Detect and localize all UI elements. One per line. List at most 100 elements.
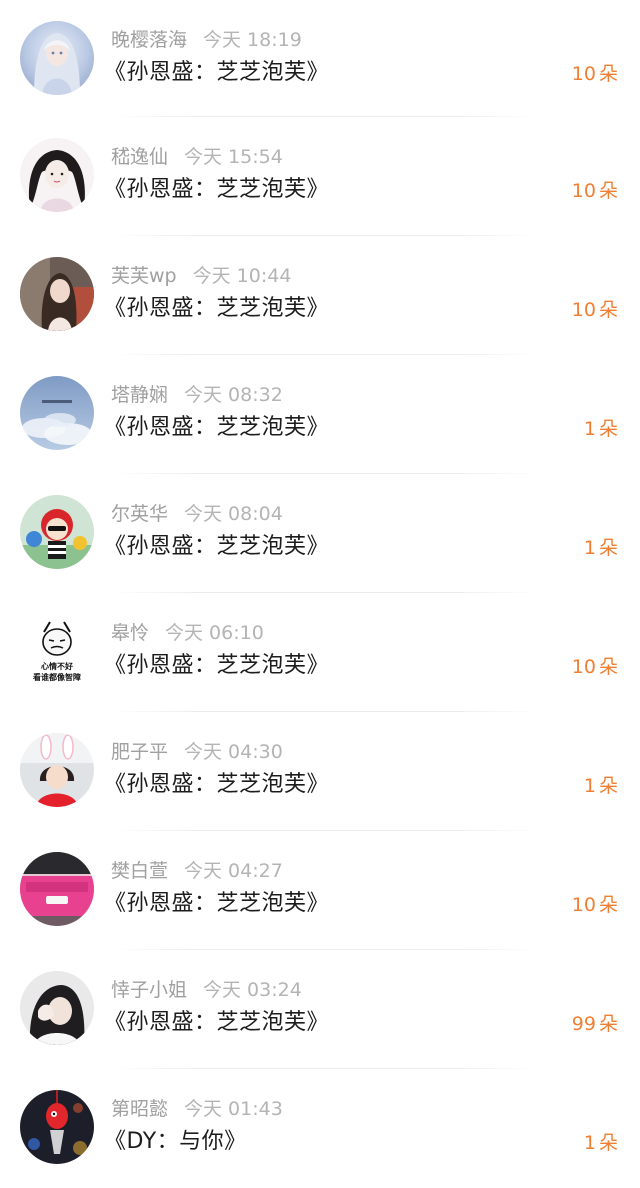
message-text: 《孙恩盛：芝芝泡芙》	[104, 772, 330, 797]
sky-clouds-avatar-image	[20, 376, 94, 450]
avatar[interactable]	[20, 376, 94, 450]
message-text: 《孙恩盛：芝芝泡芙》	[104, 1010, 330, 1035]
timestamp: 今天 18:19	[203, 29, 302, 51]
message-text: 《孙恩盛：芝芝泡芙》	[104, 415, 330, 440]
gift-count-number: 99	[571, 1013, 596, 1035]
gift-count-number: 1	[583, 1132, 596, 1154]
message-text: 《孙恩盛：芝芝泡芙》	[104, 60, 330, 85]
gift-count-unit: 朵	[598, 894, 618, 916]
username[interactable]: 塔静娴	[111, 384, 168, 406]
gift-count-number: 1	[583, 418, 596, 440]
gift-count: 10 朵	[572, 61, 618, 87]
timestamp: 今天 06:10	[165, 622, 264, 644]
gift-count: 10 朵	[572, 297, 618, 323]
anime-girl-avatar-image	[20, 21, 94, 95]
timestamp: 今天 03:24	[203, 979, 302, 1001]
list-item[interactable]: 嵇逸仙 今天 15:54 《孙恩盛：芝芝泡芙》 10 朵	[0, 117, 640, 236]
list-item[interactable]: 尔英华 今天 08:04 《孙恩盛：芝芝泡芙》 1朵	[0, 474, 640, 593]
list-item[interactable]: 心情不好 看谁都像智障 皋怜 今天 06:10 《孙恩盛：芝芝泡芙》 10 朵	[0, 593, 640, 712]
item-meta: 芙芙wp 今天 10:44	[111, 263, 291, 289]
meme-caption-line-2: 看谁都像智障	[32, 672, 81, 682]
username[interactable]: 肥子平	[111, 741, 168, 763]
avatar[interactable]	[20, 138, 94, 212]
timestamp: 今天 15:54	[184, 146, 283, 168]
gift-record-list: 晚樱落海 今天 18:19 《孙恩盛：芝芝泡芙》 10 朵 嵇逸仙 今天 15:54 …	[0, 0, 640, 1188]
gift-count: 1朵	[584, 1130, 618, 1156]
night-lantern-avatar-image	[20, 1090, 94, 1164]
list-item[interactable]: 第昭懿 今天 01:43 《DY：与你》 1朵	[0, 1069, 640, 1188]
item-meta: 皋怜 今天 06:10	[111, 620, 264, 646]
avatar[interactable]: 心情不好 看谁都像智障	[20, 614, 94, 688]
gift-count-unit: 朵	[598, 1132, 618, 1154]
list-item[interactable]: 芙芙wp 今天 10:44 《孙恩盛：芝芝泡芙》 10 朵	[0, 236, 640, 355]
meme-caption-line-1: 心情不好	[41, 661, 73, 671]
girl-hiding-face-avatar-image	[20, 971, 94, 1045]
username[interactable]: 嵇逸仙	[111, 146, 168, 168]
avatar[interactable]	[20, 852, 94, 926]
gift-count-unit: 朵	[598, 180, 618, 202]
gift-count-unit: 朵	[598, 1013, 618, 1035]
gift-count: 1朵	[584, 535, 618, 561]
message-text: 《孙恩盛：芝芝泡芙》	[104, 653, 330, 678]
username[interactable]: 皋怜	[111, 622, 149, 644]
gift-count-unit: 朵	[598, 299, 618, 321]
timestamp: 今天 08:04	[184, 503, 283, 525]
curly-hair-girl-avatar-image	[20, 138, 94, 212]
gift-count: 1朵	[584, 773, 618, 799]
timestamp: 今天 01:43	[184, 1098, 283, 1120]
child-bunny-ears-avatar-image	[20, 733, 94, 807]
list-item[interactable]: 塔静娴 今天 08:32 《孙恩盛：芝芝泡芙》 1朵	[0, 355, 640, 474]
username[interactable]: 樊白萱	[111, 860, 168, 882]
avatar[interactable]	[20, 21, 94, 95]
timestamp: 今天 10:44	[192, 265, 292, 287]
timestamp: 今天 04:27	[184, 860, 283, 882]
gift-count-number: 10	[571, 299, 596, 321]
avatar[interactable]	[20, 257, 94, 331]
list-item[interactable]: 樊白萱 今天 04:27 《孙恩盛：芝芝泡芙》 10 朵	[0, 831, 640, 950]
gift-count-unit: 朵	[598, 537, 618, 559]
username[interactable]: 晚樱落海	[111, 29, 187, 51]
gift-count: 10 朵	[572, 178, 618, 204]
username[interactable]: 尔英华	[111, 503, 168, 525]
item-meta: 嵇逸仙 今天 15:54	[111, 144, 283, 170]
item-meta: 尔英华 今天 08:04	[111, 501, 283, 527]
item-meta: 悻子小姐 今天 03:24	[111, 977, 302, 1003]
gift-count: 99 朵	[572, 1011, 618, 1037]
timestamp: 今天 04:30	[184, 741, 283, 763]
item-meta: 肥子平 今天 04:30	[111, 739, 283, 765]
avatar[interactable]	[20, 495, 94, 569]
username[interactable]: 芙芙wp	[111, 265, 177, 287]
list-item[interactable]: 悻子小姐 今天 03:24 《孙恩盛：芝芝泡芙》 99 朵	[0, 950, 640, 1069]
gift-count-number: 1	[583, 537, 596, 559]
gift-count: 10 朵	[572, 892, 618, 918]
avatar[interactable]	[20, 971, 94, 1045]
gift-count: 1朵	[584, 416, 618, 442]
gift-count-number: 10	[571, 63, 596, 85]
item-meta: 晚樱落海 今天 18:19	[111, 27, 302, 53]
pink-car-avatar-image	[20, 852, 94, 926]
username[interactable]: 第昭懿	[111, 1098, 168, 1120]
item-meta: 第昭懿 今天 01:43	[111, 1096, 283, 1122]
gift-count-number: 10	[571, 656, 596, 678]
avatar[interactable]	[20, 733, 94, 807]
message-text: 《孙恩盛：芝芝泡芙》	[104, 891, 330, 916]
list-item[interactable]: 肥子平 今天 04:30 《孙恩盛：芝芝泡芙》 1朵	[0, 712, 640, 831]
item-meta: 塔静娴 今天 08:32	[111, 382, 283, 408]
girl-photo-avatar-image	[20, 257, 94, 331]
toy-figure-avatar-image	[20, 495, 94, 569]
avatar[interactable]	[20, 1090, 94, 1164]
gift-count-unit: 朵	[598, 656, 618, 678]
gift-count: 10 朵	[572, 654, 618, 680]
list-item[interactable]: 晚樱落海 今天 18:19 《孙恩盛：芝芝泡芙》 10 朵	[0, 0, 640, 117]
item-meta: 樊白萱 今天 04:27	[111, 858, 283, 884]
gift-count-unit: 朵	[598, 775, 618, 797]
message-text: 《孙恩盛：芝芝泡芙》	[104, 534, 330, 559]
gift-count-unit: 朵	[598, 63, 618, 85]
gift-count-number: 1	[583, 775, 596, 797]
gift-count-number: 10	[571, 894, 596, 916]
message-text: 《孙恩盛：芝芝泡芙》	[104, 177, 330, 202]
username[interactable]: 悻子小姐	[111, 979, 187, 1001]
gift-count-unit: 朵	[598, 418, 618, 440]
meme-face-avatar-image: 心情不好 看谁都像智障	[20, 614, 94, 688]
message-text: 《孙恩盛：芝芝泡芙》	[104, 296, 330, 321]
